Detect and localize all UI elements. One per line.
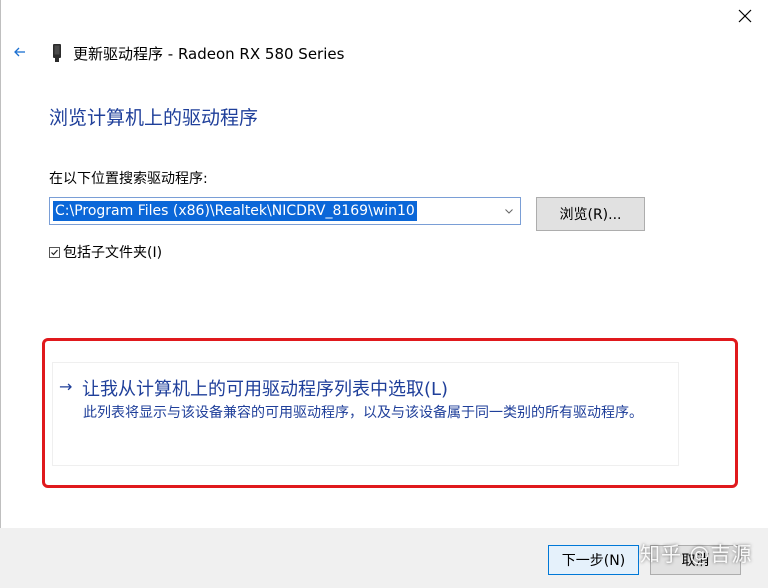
chevron-down-icon[interactable] bbox=[504, 204, 514, 218]
close-icon bbox=[738, 9, 752, 23]
include-subfolders-checkbox[interactable]: 包括子文件夹(I) bbox=[49, 242, 162, 262]
page-title: 浏览计算机上的驱动程序 bbox=[49, 107, 259, 129]
pick-from-list-option[interactable]: → 让我从计算机上的可用驱动程序列表中选取(L) 此列表将显示与该设备兼容的可用… bbox=[52, 362, 679, 466]
device-icon bbox=[51, 44, 63, 62]
include-subfolders-label: 包括子文件夹(I) bbox=[63, 245, 163, 261]
driver-path-input[interactable]: C:\Program Files (x86)\Realtek\NICDRV_81… bbox=[49, 197, 521, 225]
back-button[interactable] bbox=[10, 42, 30, 62]
window-left-border bbox=[0, 0, 1, 588]
next-button[interactable]: 下一步(N) bbox=[548, 545, 639, 575]
arrow-right-icon: → bbox=[59, 377, 73, 396]
close-button[interactable] bbox=[730, 2, 760, 30]
cancel-button[interactable]: 取消 bbox=[650, 545, 741, 575]
pick-from-list-title[interactable]: 让我从计算机上的可用驱动程序列表中选取(L) bbox=[82, 375, 448, 401]
checkbox-box[interactable] bbox=[49, 246, 60, 258]
check-icon bbox=[51, 249, 58, 255]
window-title: 更新驱动程序 - Radeon RX 580 Series bbox=[73, 45, 345, 63]
driver-path-value[interactable]: C:\Program Files (x86)\Realtek\NICDRV_81… bbox=[53, 201, 417, 221]
arrow-left-icon bbox=[14, 47, 25, 57]
search-location-label: 在以下位置搜索驱动程序: bbox=[49, 171, 208, 187]
pick-from-list-description: 此列表将显示与该设备兼容的可用驱动程序，以及与该设备属于同一类别的所有驱动程序。 bbox=[83, 405, 643, 421]
browse-button[interactable]: 浏览(R)... bbox=[536, 197, 645, 231]
